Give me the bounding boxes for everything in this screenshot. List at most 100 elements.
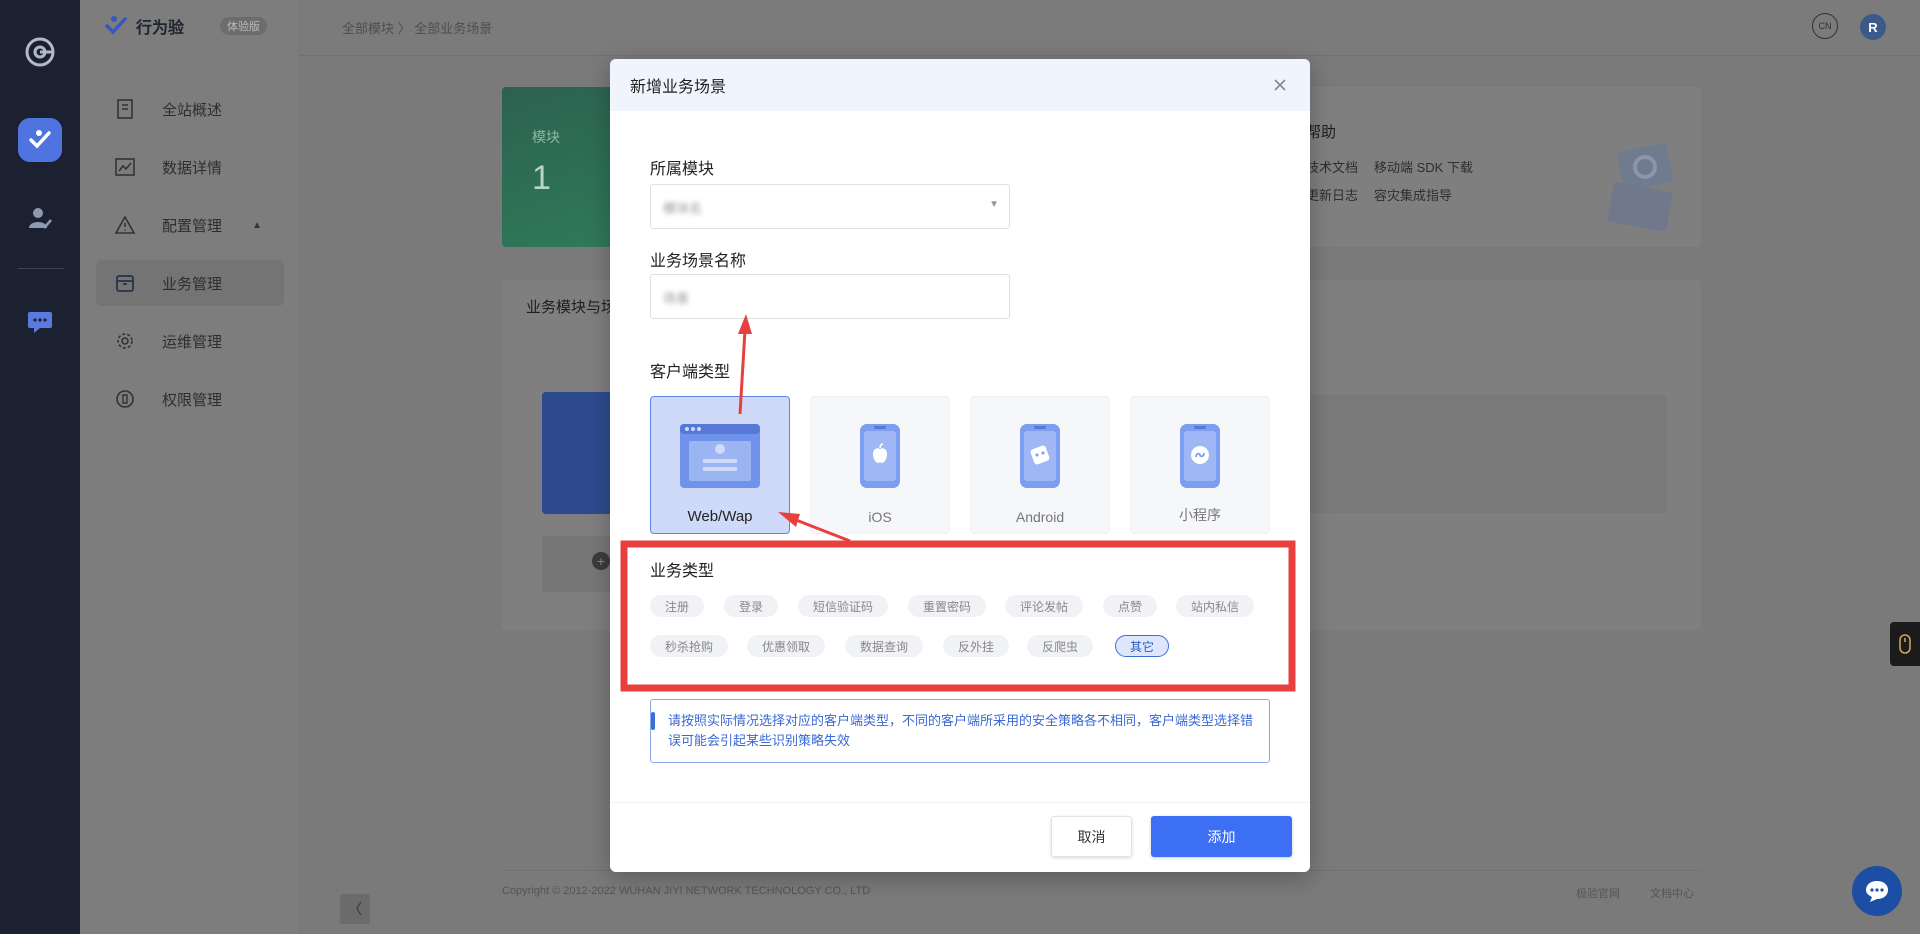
help-link-changelog[interactable]: 更新日志 bbox=[1306, 185, 1358, 204]
footer-link-official[interactable]: 极验官网 bbox=[1576, 885, 1620, 901]
scene-name-value: 场景 bbox=[663, 291, 690, 306]
brand-name: 行为验 bbox=[136, 20, 185, 37]
brand-tag: 体验版 bbox=[220, 17, 268, 35]
help-link-docs[interactable]: 技术文档 bbox=[1306, 157, 1358, 176]
help-link-sdk[interactable]: 移动端 SDK 下载 bbox=[1374, 157, 1473, 176]
business-type-flash-sale[interactable]: 秒杀抢购 bbox=[650, 635, 729, 657]
avatar[interactable]: R bbox=[1860, 14, 1886, 40]
client-type-label-text: iOS bbox=[868, 509, 892, 525]
add-button[interactable]: 添加 bbox=[1151, 816, 1292, 857]
client-type-label-text: 小程序 bbox=[1179, 507, 1221, 523]
miniprogram-phone-icon bbox=[1179, 423, 1221, 492]
business-type-comment[interactable]: 评论发帖 bbox=[1005, 595, 1084, 617]
module-block bbox=[542, 392, 612, 514]
sidebar-item-permissions[interactable]: 权限管理 bbox=[96, 376, 284, 422]
help-illustration-icon bbox=[1607, 142, 1673, 232]
client-type-label: 客户端类型 bbox=[650, 364, 731, 381]
help-link-disaster[interactable]: 容灾集成指导 bbox=[1374, 185, 1452, 204]
document-icon bbox=[114, 98, 136, 120]
module-label: 所属模块 bbox=[650, 161, 715, 178]
business-type-coupon[interactable]: 优惠领取 bbox=[747, 635, 826, 657]
business-type-data-query[interactable]: 数据查询 bbox=[845, 635, 924, 657]
business-type-anti-cheat[interactable]: 反外挂 bbox=[943, 635, 1010, 657]
gear-icon bbox=[114, 330, 136, 352]
client-type-web[interactable]: Web/Wap bbox=[650, 396, 790, 534]
module-count-label: 模块 bbox=[532, 129, 560, 145]
close-icon[interactable] bbox=[1270, 75, 1290, 95]
module-count-value: 1 bbox=[532, 159, 551, 197]
sidebar-item-label: 运维管理 bbox=[162, 333, 223, 351]
chevron-up-icon: ▲ bbox=[252, 219, 262, 231]
sidebar-item-overview[interactable]: 全站概述 bbox=[96, 86, 284, 132]
client-type-ios[interactable]: iOS bbox=[810, 396, 950, 534]
business-type-reset-password[interactable]: 重置密码 bbox=[908, 595, 987, 617]
browser-icon bbox=[679, 423, 761, 492]
business-type-sms-code[interactable]: 短信验证码 bbox=[798, 595, 889, 617]
help-card: 帮助 技术文档 移动端 SDK 下载 更新日志 容灾集成指导 bbox=[1270, 87, 1701, 247]
shield-icon bbox=[114, 388, 136, 410]
language-icon[interactable]: CN bbox=[1812, 13, 1838, 39]
cancel-button[interactable]: 取消 bbox=[1051, 816, 1132, 857]
dialog-title: 新增业务场景 bbox=[630, 79, 727, 96]
chat-support-button[interactable] bbox=[1852, 866, 1902, 916]
business-type-label: 业务类型 bbox=[650, 563, 715, 580]
brand: 行为验 体验版 bbox=[104, 14, 268, 38]
scene-name-label: 业务场景名称 bbox=[650, 253, 747, 270]
sidebar-item-label: 数据详情 bbox=[162, 159, 223, 177]
business-type-register[interactable]: 注册 bbox=[650, 595, 705, 617]
add-scene-dialog: 新增业务场景 所属模块 模块名 ▼ 业务场景名称 场景 客户端类型 Web/Wa… bbox=[610, 59, 1310, 872]
client-type-label-text: Web/Wap bbox=[687, 508, 753, 525]
dialog-footer: 取消 添加 bbox=[610, 802, 1310, 872]
business-type-anti-crawler[interactable]: 反爬虫 bbox=[1027, 635, 1094, 657]
message-icon[interactable] bbox=[18, 300, 62, 344]
sidebar-item-label: 配置管理 bbox=[162, 217, 223, 235]
business-module-title: 业务模块与场 bbox=[526, 299, 617, 316]
module-count-card: 模块 1 bbox=[502, 87, 622, 247]
module-select-value: 模块名 bbox=[663, 201, 703, 216]
breadcrumb: 全部模块 〉 全部业务场景 bbox=[342, 21, 493, 36]
sidebar-item-config[interactable]: 配置管理 ▲ bbox=[96, 202, 284, 248]
chat-icon bbox=[1866, 881, 1888, 902]
sidebar-item-label: 全站概述 bbox=[162, 101, 223, 119]
apple-phone-icon bbox=[859, 423, 901, 492]
chevron-left-icon: 〈 bbox=[348, 901, 362, 917]
warning-icon bbox=[114, 214, 136, 236]
topbar: 全部模块 〉 全部业务场景 CN R bbox=[300, 0, 1920, 56]
footer-link-docs[interactable]: 文档中心 bbox=[1650, 885, 1694, 901]
sidebar-item-label: 业务管理 bbox=[162, 275, 223, 293]
business-type-like[interactable]: 点赞 bbox=[1103, 595, 1158, 617]
help-title: 帮助 bbox=[1306, 124, 1337, 141]
scene-name-input[interactable]: 场景 bbox=[650, 274, 1010, 319]
chart-icon bbox=[114, 156, 136, 178]
android-phone-icon bbox=[1019, 423, 1061, 492]
user-verify-icon[interactable] bbox=[18, 196, 62, 240]
client-type-miniprogram[interactable]: 小程序 bbox=[1130, 396, 1270, 534]
sidebar: 行为验 体验版 全站概述 数据详情 配置管理 ▲ 业务管理 运维管理 权限管理 … bbox=[80, 0, 370, 934]
archive-icon bbox=[114, 272, 136, 294]
client-type-label-text: Android bbox=[1015, 509, 1065, 525]
brand-logo-icon bbox=[104, 14, 128, 38]
footer: Copyright © 2012-2022 WUHAN JIYI NETWORK… bbox=[502, 870, 1701, 910]
sidebar-item-label: 权限管理 bbox=[162, 391, 223, 409]
side-tool-tab[interactable] bbox=[1890, 622, 1920, 666]
business-type-private-message[interactable]: 站内私信 bbox=[1176, 595, 1255, 617]
mouse-icon bbox=[1899, 634, 1911, 654]
info-notice: 请按照实际情况选择对应的客户端类型，不同的客户端所采用的安全策略各不相同，客户端… bbox=[650, 699, 1270, 763]
sidebar-item-data-details[interactable]: 数据详情 bbox=[96, 144, 284, 190]
chevron-down-icon: ▼ bbox=[989, 199, 999, 210]
business-type-login[interactable]: 登录 bbox=[724, 595, 779, 617]
module-select[interactable]: 模块名 ▼ bbox=[650, 184, 1010, 229]
sidebar-item-ops[interactable]: 运维管理 bbox=[96, 318, 284, 364]
business-type-other[interactable]: 其它 bbox=[1115, 635, 1170, 657]
info-notice-text: 请按照实际情况选择对应的客户端类型，不同的客户端所采用的安全策略各不相同，客户端… bbox=[668, 713, 1254, 748]
rail-divider bbox=[18, 268, 64, 269]
plus-icon: + bbox=[592, 552, 610, 570]
icon-rail bbox=[0, 0, 80, 934]
client-type-android[interactable]: Android bbox=[970, 396, 1110, 534]
collapse-sidebar-button[interactable]: 〈 bbox=[340, 894, 370, 924]
info-accent-bar bbox=[651, 712, 655, 730]
behavior-verify-icon[interactable] bbox=[18, 118, 62, 162]
sidebar-item-business[interactable]: 业务管理 bbox=[96, 260, 284, 306]
footer-copyright: Copyright © 2012-2022 WUHAN JIYI NETWORK… bbox=[502, 885, 871, 897]
logo-icon[interactable] bbox=[18, 30, 62, 74]
